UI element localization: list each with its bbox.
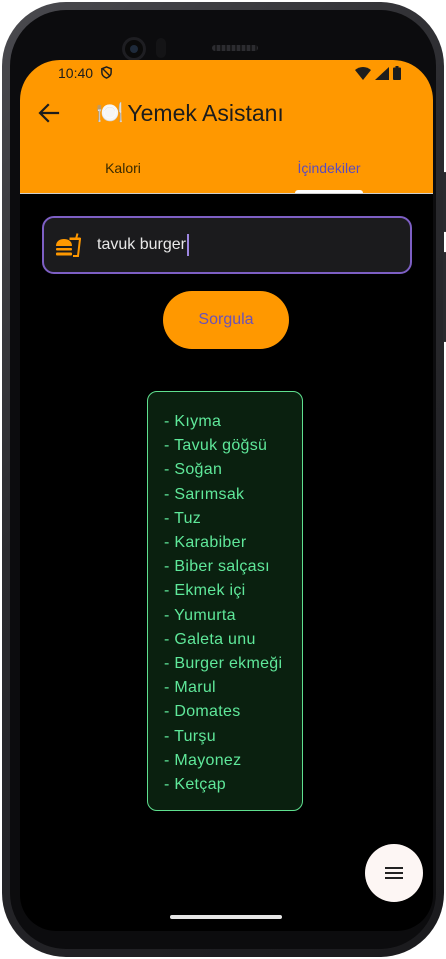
plate-icon: 🍽️ <box>96 101 124 126</box>
tab-kalori-label: Kalori <box>105 160 141 176</box>
toolbar: 🍽️ Yemek Asistanı <box>20 88 433 144</box>
fastfood-icon <box>56 233 81 257</box>
gesture-nav-handle[interactable] <box>170 915 282 919</box>
list-item: - Soğan <box>164 461 223 479</box>
list-item: - Tavuk göğsü <box>164 437 268 455</box>
tab-kalori[interactable]: Kalori <box>20 144 226 193</box>
list-item: - Mayonez <box>164 751 242 769</box>
list-item: - Karabiber <box>164 534 247 552</box>
list-item: - Biber salçası <box>164 558 270 576</box>
signal-icon <box>375 66 389 80</box>
wifi-icon <box>355 66 371 80</box>
search-input-value: tavuk burger <box>97 234 189 256</box>
tab-icindekiler-label: İçindekiler <box>297 160 361 176</box>
food-search-input[interactable]: tavuk burger <box>42 216 412 274</box>
status-bar: 10:40 <box>20 60 433 88</box>
list-item: - Ketçap <box>164 776 226 794</box>
list-item: - Marul <box>164 679 216 697</box>
ingredients-list: - Kıyma - Tavuk göğsü - Soğan - Sarımsak… <box>148 392 302 797</box>
status-time: 10:40 <box>58 65 94 81</box>
proximity-sensor <box>156 38 166 58</box>
text-cursor <box>186 234 189 256</box>
list-item: - Turşu <box>164 727 216 745</box>
list-item: - Burger ekmeği <box>164 655 283 673</box>
list-item: - Domates <box>164 703 241 721</box>
tab-icindekiler[interactable]: İçindekiler <box>226 144 432 193</box>
battery-icon <box>393 66 401 80</box>
list-item: - Galeta unu <box>164 630 256 648</box>
search-value-text: tavuk burger <box>97 236 186 254</box>
list-item: - Tuz <box>164 509 202 527</box>
front-camera <box>122 37 146 61</box>
list-item: - Ekmek içi <box>164 582 246 600</box>
status-icons <box>355 66 401 80</box>
earpiece-speaker <box>212 45 258 51</box>
phone-frame: 10:40 🍽️ Yemek Asistanı Kalori İçindekil… <box>2 2 446 957</box>
appbar-divider <box>20 193 433 194</box>
list-item: - Kıyma <box>164 413 222 430</box>
list-item: - Sarımsak <box>164 485 245 503</box>
ingredients-card: - Kıyma - Tavuk göğsü - Soğan - Sarımsak… <box>147 391 303 811</box>
page-title-text: Yemek Asistanı <box>127 100 284 126</box>
list-item: - Yumurta <box>164 606 236 624</box>
app-screen: 10:40 🍽️ Yemek Asistanı Kalori İçindekil… <box>20 60 433 931</box>
back-arrow-icon[interactable] <box>38 102 60 124</box>
shield-icon <box>101 66 112 79</box>
menu-icon <box>385 867 403 879</box>
page-title: 🍽️ Yemek Asistanı <box>96 100 284 127</box>
app-bar: 10:40 🍽️ Yemek Asistanı Kalori İçindekil… <box>20 60 433 193</box>
menu-fab-button[interactable] <box>365 844 423 902</box>
sorgula-button[interactable]: Sorgula <box>163 291 289 349</box>
tab-bar: Kalori İçindekiler <box>20 144 433 193</box>
